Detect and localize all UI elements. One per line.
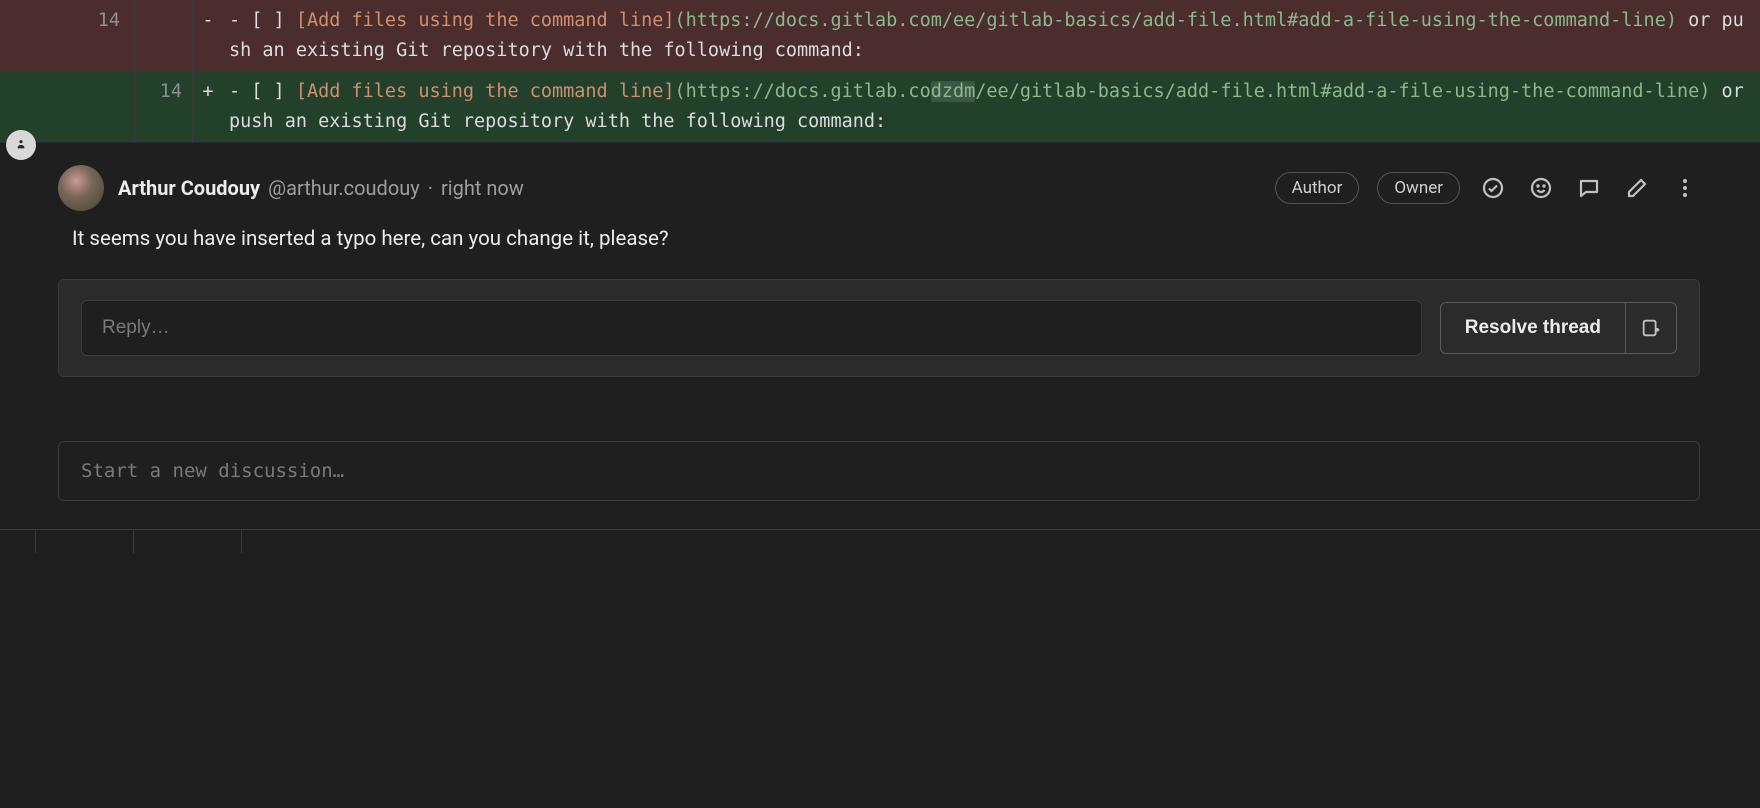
author-line: Arthur Coudouy @arthur.coudouy · right n… xyxy=(118,176,1261,200)
author-name[interactable]: Arthur Coudouy xyxy=(118,176,260,200)
url-part1: https://docs.gitlab.co xyxy=(686,81,931,102)
code-prefix: - [ ] xyxy=(229,81,296,102)
new-discussion-input[interactable] xyxy=(58,441,1700,501)
new-line-number: 14 xyxy=(135,71,193,142)
edit-icon[interactable] xyxy=(1622,173,1652,203)
emoji-icon[interactable] xyxy=(1526,173,1556,203)
diff-sign: - xyxy=(193,0,223,71)
diff-view: 14 - - [ ] [Add files using the command … xyxy=(0,0,1760,142)
paren-close: ) xyxy=(1666,10,1677,31)
comment-thread: Arthur Coudouy @arthur.coudouy · right n… xyxy=(0,142,1760,387)
paren-close: ) xyxy=(1699,81,1710,102)
old-line-number: 14 xyxy=(0,0,135,71)
bracket-close: ] xyxy=(663,10,674,31)
url-changed-highlight: dzdm xyxy=(931,81,976,102)
bracket-open: [ xyxy=(296,81,307,102)
reply-container: Resolve thread xyxy=(58,279,1700,377)
bracket-close: ] xyxy=(663,81,674,102)
url-part2: /ee/gitlab-basics/add-file.html#add-a-fi… xyxy=(975,81,1699,102)
add-comment-bubble[interactable] xyxy=(6,130,36,160)
resolve-thread-button[interactable]: Resolve thread xyxy=(1441,303,1625,353)
footer-separator xyxy=(0,529,1760,553)
url-part1: https://docs.gitlab.co xyxy=(686,10,931,31)
paren-open: ( xyxy=(675,81,686,102)
code-prefix: - [ ] xyxy=(229,10,296,31)
reply-icon[interactable] xyxy=(1574,173,1604,203)
diff-sign: + xyxy=(193,71,223,142)
avatar[interactable] xyxy=(58,165,104,211)
more-icon[interactable] xyxy=(1670,173,1700,203)
reply-input[interactable] xyxy=(81,300,1422,356)
link-text: Add files using the command line xyxy=(307,10,663,31)
url-part2: /ee/gitlab-basics/add-file.html#add-a-fi… xyxy=(942,10,1666,31)
new-discussion-container xyxy=(58,441,1700,501)
create-issue-icon[interactable] xyxy=(1625,303,1676,353)
diff-line-added: 14 + - [ ] [Add files using the command … xyxy=(0,71,1760,142)
owner-badge: Owner xyxy=(1377,172,1460,204)
diff-code[interactable]: - [ ] [Add files using the command line]… xyxy=(223,71,1760,142)
comment-timestamp: right now xyxy=(441,176,524,200)
url-changed: m xyxy=(931,10,942,31)
resolve-group: Resolve thread xyxy=(1440,302,1677,354)
author-handle[interactable]: @arthur.coudouy xyxy=(268,176,420,200)
separator-dot: · xyxy=(428,176,433,200)
link-text: Add files using the command line xyxy=(307,81,663,102)
author-badge: Author xyxy=(1275,172,1360,204)
new-line-number xyxy=(135,0,193,71)
diff-code[interactable]: - [ ] [Add files using the command line]… xyxy=(223,0,1760,71)
comment-actions: Author Owner xyxy=(1275,172,1700,204)
diff-line-removed: 14 - - [ ] [Add files using the command … xyxy=(0,0,1760,71)
bracket-open: [ xyxy=(296,10,307,31)
comment-body: It seems you have inserted a typo here, … xyxy=(58,225,1700,255)
paren-open: ( xyxy=(675,10,686,31)
resolve-check-icon[interactable] xyxy=(1478,173,1508,203)
comment-header: Arthur Coudouy @arthur.coudouy · right n… xyxy=(58,165,1700,211)
